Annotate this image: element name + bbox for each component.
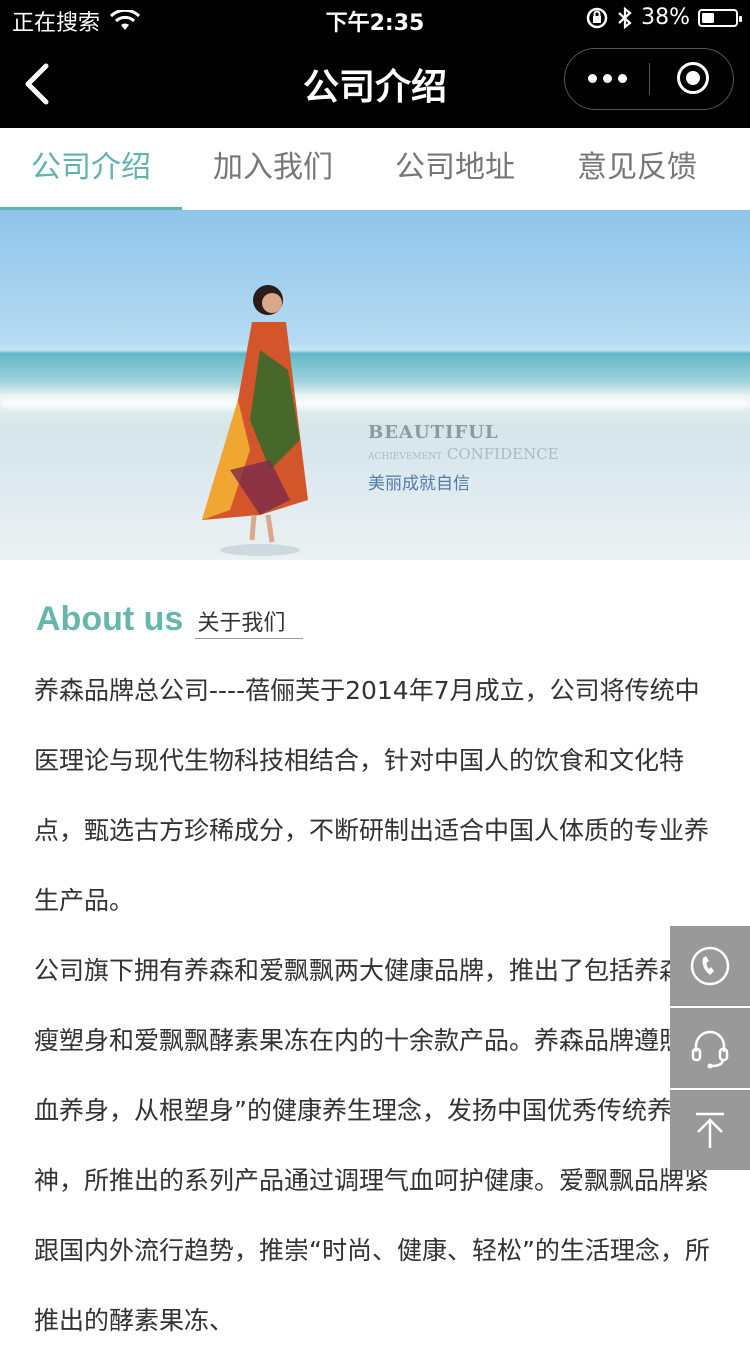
close-mini-program-button[interactable] [677,62,709,94]
capsule-divider [649,63,650,95]
banner-wave [0,398,750,408]
navigation-bar: 公司介绍 [0,40,750,128]
battery-percent: 38% [641,5,690,30]
dot-icon [603,74,612,83]
about-content: 养森品牌总公司----蓓俪芙于2014年7月成立，公司将传统中医理论与现代生物科… [34,656,724,1356]
orientation-lock-icon [586,7,608,28]
mini-program-capsule [564,48,734,110]
banner-slogan: 美丽成就自信 [368,474,470,494]
call-button[interactable] [670,926,750,1006]
customer-service-button[interactable] [670,1008,750,1088]
tab-feedback[interactable]: 意见反馈 [546,128,728,210]
banner-image: BEAUTIFUL ACHIEVEMENT CONFIDENCE 美丽成就自信 [0,210,750,560]
battery-icon [698,8,742,27]
banner-line-beautiful: BEAUTIFUL [368,422,499,443]
more-options-button[interactable] [565,49,650,108]
dot-icon [588,74,597,83]
back-to-top-button[interactable] [670,1090,750,1170]
banner-confidence: CONFIDENCE [446,445,559,463]
top-bar: 正在搜索 下午2:35 38% 公司介绍 [0,0,750,128]
about-paragraph: 养森品牌总公司----蓓俪芙于2014年7月成立，公司将传统中医理论与现代生物科… [34,676,710,915]
banner-caption: BEAUTIFUL ACHIEVEMENT CONFIDENCE 美丽成就自信 [368,422,559,494]
woman-figure [202,285,308,556]
about-title-cn: 关于我们 [195,605,304,639]
tab-company-intro[interactable]: 公司介绍 [0,128,182,210]
tab-company-address[interactable]: 公司地址 [364,128,546,210]
about-heading: About us 关于我们 [36,600,304,639]
banner-line-confidence: ACHIEVEMENT CONFIDENCE [368,445,559,463]
banner-achievement: ACHIEVEMENT [368,452,443,462]
headset-icon [691,1030,729,1069]
about-title-en: About us [36,600,184,638]
bluetooth-icon [618,6,632,29]
about-paragraph: 公司旗下拥有养森和爱飘飘两大健康品牌，推出了包括养森瘦瘦塑身和爱飘飘酵素果冻在内… [34,956,722,1335]
tab-join-us[interactable]: 加入我们 [182,128,364,210]
tab-bar: 公司介绍 加入我们 公司地址 意见反馈 [0,128,750,210]
status-bar: 正在搜索 下午2:35 38% [0,0,750,40]
phone-icon [690,946,730,986]
arrow-up-icon [696,1112,724,1148]
dot-icon [618,74,627,83]
